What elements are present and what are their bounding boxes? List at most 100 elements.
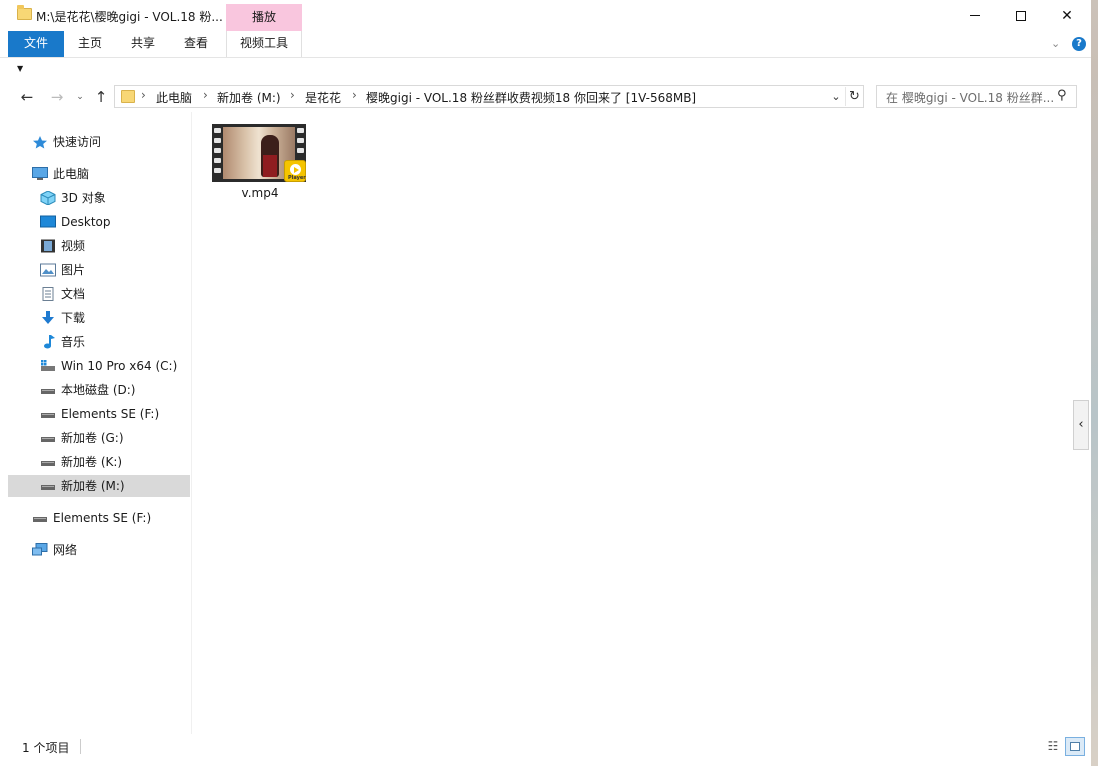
ribbon-tabs: 文件 主页 共享 查看 视频工具 ⌄ ?	[0, 31, 1091, 58]
film-sprocket	[297, 148, 304, 153]
close-button[interactable]: ✕	[1044, 0, 1090, 31]
recent-locations-button[interactable]: ⌄	[73, 87, 87, 107]
nav-item-downloads[interactable]: 下载	[40, 307, 190, 329]
breadcrumb-separator-icon[interactable]: ›	[141, 88, 146, 102]
nav-item-label: Desktop	[61, 215, 111, 229]
computer-icon	[32, 167, 48, 180]
item-count: 1 个项目	[22, 741, 70, 755]
thumbnail-figure	[261, 135, 279, 177]
nav-item-music[interactable]: 音乐	[40, 331, 190, 353]
nav-item-label: 本地磁盘 (D:)	[61, 383, 136, 397]
refresh-icon[interactable]: ↻	[845, 87, 863, 106]
nav-item-network[interactable]: 网络	[32, 539, 190, 561]
folder-icon	[17, 5, 32, 20]
nav-item-label: Elements SE (F:)	[53, 511, 152, 525]
maximize-icon	[1016, 10, 1026, 21]
drive-icon	[33, 517, 47, 522]
nav-item-label: 快速访问	[53, 135, 102, 149]
nav-item-label: 视频	[61, 239, 86, 253]
player-app-icon: Player	[284, 160, 306, 182]
film-sprocket	[214, 138, 221, 143]
quick-access-toolbar: ▼	[0, 58, 1091, 82]
nav-item-label: 新加卷 (G:)	[61, 431, 124, 445]
nav-item-label: 新加卷 (M:)	[61, 479, 125, 493]
preview-pane-toggle[interactable]: ‹	[1073, 400, 1089, 450]
drive-icon	[41, 437, 55, 442]
address-row: ← → ⌄ ↑ › 此电脑 › 新加卷 (M:) › 是花花 › 樱晚gigi …	[0, 82, 1091, 112]
address-dropdown-icon[interactable]: ⌄	[827, 88, 845, 106]
document-icon	[42, 287, 54, 301]
drive-icon	[41, 389, 55, 394]
cube-icon	[40, 191, 56, 205]
breadcrumb-separator-icon[interactable]: ›	[352, 88, 357, 102]
network-icon	[32, 543, 48, 556]
search-placeholder: 在 樱晚gigi - VOL.18 粉丝群...	[886, 91, 1054, 105]
file-item[interactable]: Player v.mp4	[212, 124, 308, 206]
title-bar: M:\是花花\樱晚gigi - VOL.18 粉... 播放 ✕	[0, 0, 1091, 31]
expand-ribbon-icon[interactable]: ⌄	[1051, 37, 1060, 50]
nav-item-this-pc[interactable]: 此电脑	[32, 163, 190, 185]
nav-item-label: 音乐	[61, 335, 86, 349]
nav-item-label: 网络	[53, 543, 78, 557]
nav-item-label: 文档	[61, 287, 86, 301]
details-view-icon[interactable]: ☷	[1044, 737, 1062, 755]
nav-item-pictures[interactable]: 图片	[40, 259, 190, 281]
nav-item-drive-f[interactable]: Elements SE (F:)	[40, 403, 190, 425]
up-button[interactable]: ↑	[91, 87, 111, 107]
explorer-window: M:\是花花\樱晚gigi - VOL.18 粉... 播放 ✕ 文件 主页 共…	[0, 0, 1091, 766]
tab-home[interactable]: 主页	[64, 31, 116, 57]
nav-item-drive-c[interactable]: Win 10 Pro x64 (C:)	[40, 355, 190, 377]
nav-item-label: 图片	[61, 263, 86, 277]
status-bar: 1 个项目 ☷	[0, 734, 1091, 760]
address-bar[interactable]: › 此电脑 › 新加卷 (M:) › 是花花 › 樱晚gigi - VOL.18…	[114, 85, 864, 108]
tab-video-tools[interactable]: 视频工具	[226, 31, 302, 57]
nav-item-3d-objects[interactable]: 3D 对象	[40, 187, 190, 209]
nav-item-videos[interactable]: 视频	[40, 235, 190, 257]
film-sprocket	[214, 148, 221, 153]
large-icons-view-icon	[1070, 742, 1080, 751]
back-button[interactable]: ←	[17, 87, 37, 107]
nav-item-desktop[interactable]: Desktop	[40, 211, 190, 233]
navigation-pane: 快速访问 此电脑 3D 对象 Desktop 视频 图片 文档 下载 音乐 Wi…	[0, 112, 192, 734]
context-tab-play[interactable]: 播放	[226, 4, 302, 31]
drive-icon	[41, 485, 55, 490]
nav-item-drive-g[interactable]: 新加卷 (G:)	[40, 427, 190, 449]
customize-toolbar-icon[interactable]: ▼	[17, 64, 23, 73]
star-icon	[33, 136, 47, 149]
window-title: M:\是花花\樱晚gigi - VOL.18 粉...	[36, 10, 223, 24]
tab-share[interactable]: 共享	[116, 31, 170, 57]
nav-item-drive-k[interactable]: 新加卷 (K:)	[40, 451, 190, 473]
minimize-button[interactable]	[952, 0, 998, 31]
search-input[interactable]: 在 樱晚gigi - VOL.18 粉丝群... ⚲	[876, 85, 1077, 108]
nav-item-drive-d[interactable]: 本地磁盘 (D:)	[40, 379, 190, 401]
status-divider	[80, 739, 81, 754]
breadcrumb-this-pc[interactable]: 此电脑	[156, 89, 192, 106]
film-sprocket	[297, 138, 304, 143]
large-icons-view-button[interactable]	[1065, 737, 1085, 756]
forward-button[interactable]: →	[47, 87, 67, 107]
nav-item-label: 下载	[61, 311, 86, 325]
breadcrumb-separator-icon[interactable]: ›	[203, 88, 208, 102]
file-list[interactable]: Player v.mp4	[192, 112, 1091, 734]
desktop-icon	[40, 215, 56, 228]
tab-file[interactable]: 文件	[8, 31, 64, 57]
nav-item-documents[interactable]: 文档	[40, 283, 190, 305]
nav-item-label: 此电脑	[53, 167, 90, 181]
breadcrumb-folder-shihuahua[interactable]: 是花花	[305, 89, 341, 106]
nav-item-elements-se[interactable]: Elements SE (F:)	[32, 507, 190, 529]
help-icon[interactable]: ?	[1072, 37, 1086, 51]
search-icon[interactable]: ⚲	[1057, 88, 1067, 103]
picture-icon	[40, 263, 56, 277]
nav-item-label: 新加卷 (K:)	[61, 455, 123, 469]
nav-item-quick-access[interactable]: 快速访问	[32, 131, 190, 153]
film-sprocket	[214, 168, 221, 173]
breadcrumb-current-folder[interactable]: 樱晚gigi - VOL.18 粉丝群收费视频18 你回来了 [1V-568MB…	[366, 89, 696, 106]
tab-view[interactable]: 查看	[170, 31, 222, 57]
breadcrumb-drive-m[interactable]: 新加卷 (M:)	[217, 89, 281, 106]
breadcrumb-separator-icon[interactable]: ›	[290, 88, 295, 102]
nav-item-drive-m[interactable]: 新加卷 (M:)	[8, 475, 190, 497]
video-icon	[41, 239, 55, 253]
film-sprocket	[297, 128, 304, 133]
maximize-button[interactable]	[998, 0, 1044, 31]
minimize-icon	[970, 15, 980, 16]
